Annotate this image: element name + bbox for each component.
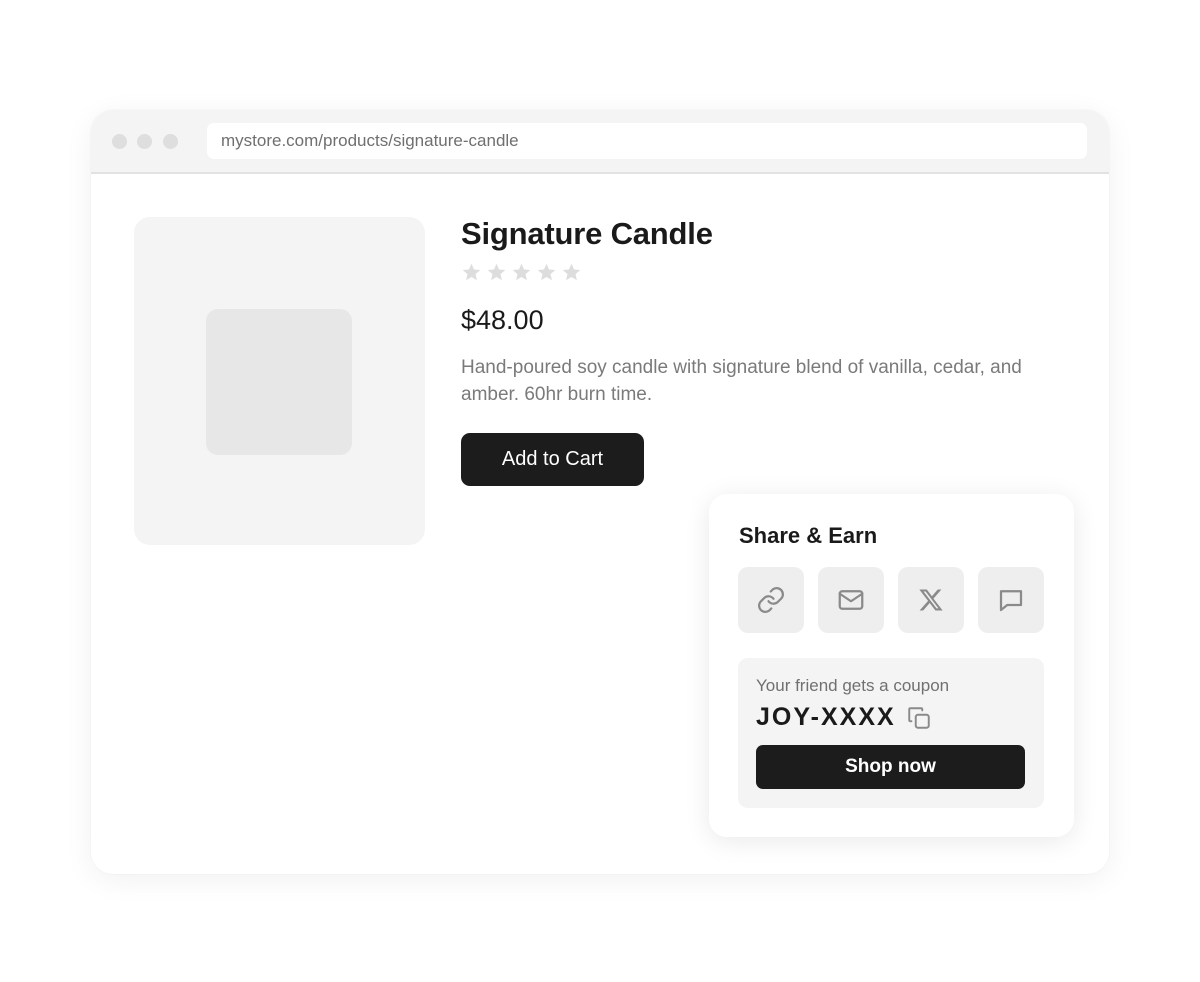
share-message-button[interactable]: [978, 567, 1044, 633]
share-earn-card: Share & Earn Your friend gets a coupon J…: [709, 494, 1074, 837]
image-placeholder-icon: [206, 309, 352, 455]
star-icon[interactable]: [561, 262, 582, 283]
share-x-button[interactable]: [898, 567, 964, 633]
browser-toolbar: mystore.com/products/signature-candle: [91, 110, 1109, 174]
star-icon[interactable]: [511, 262, 532, 283]
product-description: Hand-poured soy candle with signature bl…: [461, 357, 1022, 405]
star-rating[interactable]: [461, 262, 582, 283]
star-icon[interactable]: [536, 262, 557, 283]
share-card-title: Share & Earn: [739, 523, 878, 548]
window-maximize-dot[interactable]: [163, 134, 178, 149]
address-bar[interactable]: mystore.com/products/signature-candle: [207, 123, 1087, 159]
coupon-code: JOY-XXXX: [756, 703, 896, 731]
coupon-box: Your friend gets a coupon JOY-XXXX Shop …: [738, 658, 1044, 808]
x-logo-icon: [919, 589, 943, 611]
window-close-dot[interactable]: [112, 134, 127, 149]
copy-icon[interactable]: [906, 705, 932, 731]
product-image: [134, 217, 425, 545]
chat-bubble-icon: [999, 590, 1023, 612]
add-to-cart-button[interactable]: Add to Cart: [461, 433, 644, 486]
share-link-button[interactable]: [738, 567, 804, 633]
address-bar-url: mystore.com/products/signature-candle: [221, 131, 519, 150]
star-icon[interactable]: [486, 262, 507, 283]
window-minimize-dot[interactable]: [137, 134, 152, 149]
product-price: $48.00: [461, 305, 544, 335]
coupon-label: Your friend gets a coupon: [756, 676, 950, 695]
mail-icon: [838, 590, 864, 610]
share-email-button[interactable]: [818, 567, 884, 633]
link-icon: [758, 587, 784, 613]
shop-now-button[interactable]: Shop now: [756, 745, 1025, 789]
browser-window: mystore.com/products/signature-candle Si…: [91, 110, 1109, 874]
star-icon[interactable]: [461, 262, 482, 283]
product-title: Signature Candle: [461, 216, 713, 251]
